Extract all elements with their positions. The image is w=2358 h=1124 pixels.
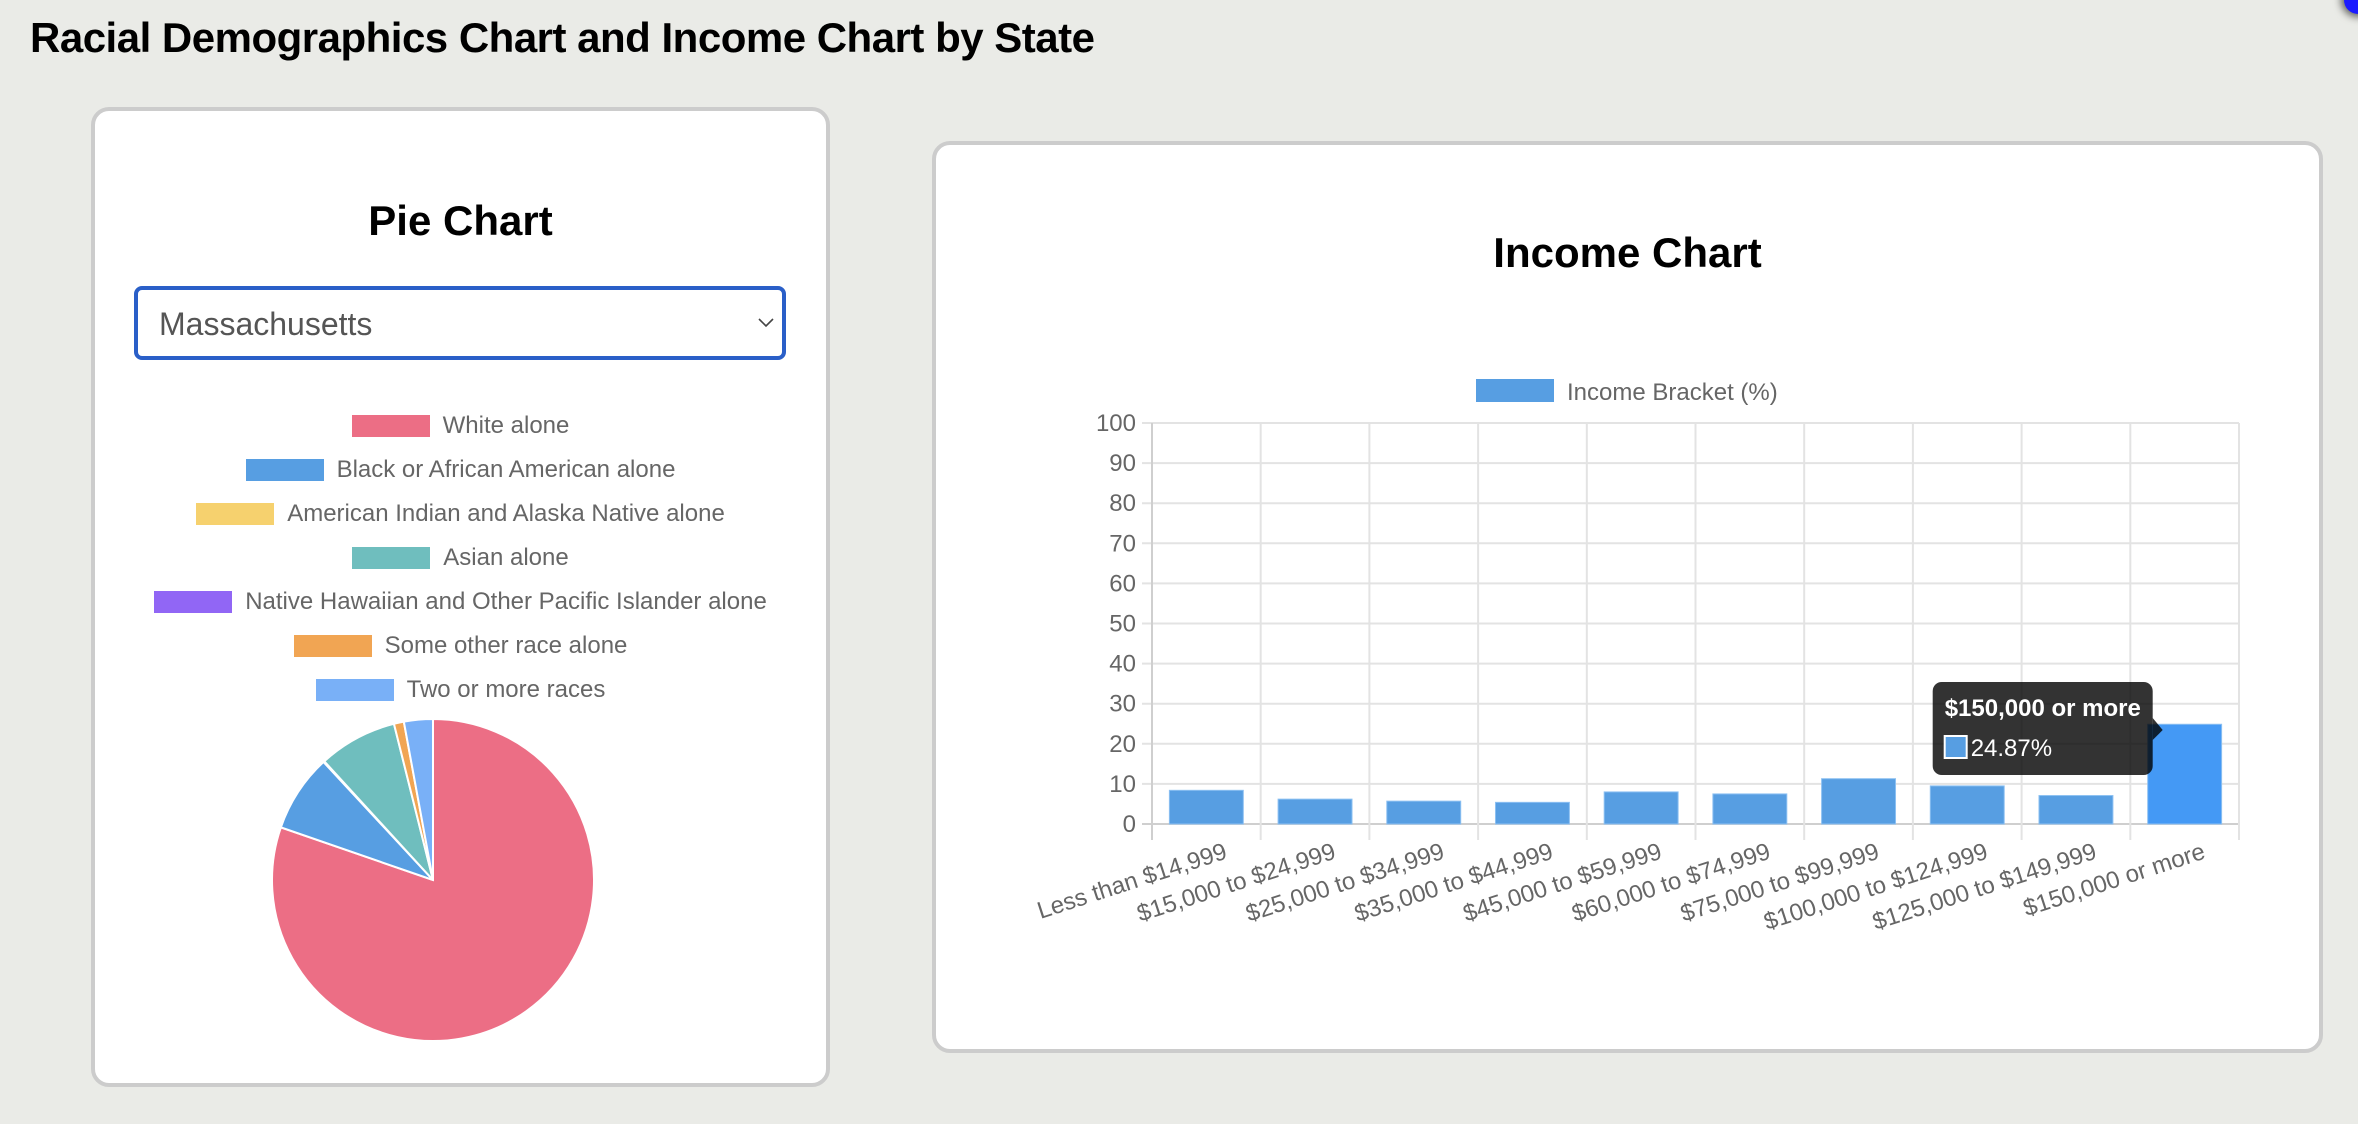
pie-chart [271, 717, 595, 1042]
income-bar[interactable] [1168, 789, 1244, 825]
y-tick-label: 30 [1109, 691, 1136, 718]
income-chart-panel: Income Chart Income Bracket (%) 0 10 20 30 40… [932, 141, 2323, 1053]
income-bar[interactable] [1929, 785, 2005, 825]
income-bar[interactable] [1277, 798, 1353, 825]
pie-chart-panel: Pie Chart Massachusetts White alone Black… [91, 107, 830, 1087]
y-tick-label: 20 [1109, 731, 1136, 758]
y-tick-label: 50 [1109, 611, 1136, 638]
y-tick-label: 0 [1123, 811, 1136, 838]
y-tick-label: 60 [1109, 570, 1136, 597]
page-title: Racial Demographics Chart and Income Cha… [30, 14, 1095, 61]
income-legend-label[interactable]: Income Bracket (%) [1567, 379, 1778, 406]
y-tick-label: 100 [1096, 410, 1136, 437]
tooltip-title: $150,000 or more [1945, 695, 2141, 722]
tooltip-value: 24.87% [1971, 735, 2052, 762]
income-bar[interactable] [1712, 793, 1788, 825]
y-tick-label: 80 [1109, 490, 1136, 517]
y-tick-label: 40 [1109, 651, 1136, 678]
tooltip-swatch [1943, 735, 1968, 759]
income-bar[interactable] [1494, 801, 1570, 825]
y-tick-label: 90 [1109, 450, 1136, 477]
y-tick-label: 70 [1109, 530, 1136, 557]
y-tick-label: 10 [1109, 771, 1136, 798]
income-bar-chart: Income Bracket (%) 0 10 20 30 40 50 60 70 80 90 100… [1034, 379, 2240, 936]
income-bar[interactable] [1386, 800, 1462, 825]
income-bar[interactable] [1821, 778, 1897, 825]
bar-tooltip: $150,000 or more 24.87% [1932, 682, 2163, 775]
income-bar[interactable] [2147, 723, 2223, 825]
income-bar[interactable] [2038, 795, 2114, 825]
income-legend-swatch[interactable] [1476, 379, 1554, 402]
income-bar[interactable] [1603, 791, 1679, 825]
screen-corner-indicator [2344, 0, 2358, 14]
